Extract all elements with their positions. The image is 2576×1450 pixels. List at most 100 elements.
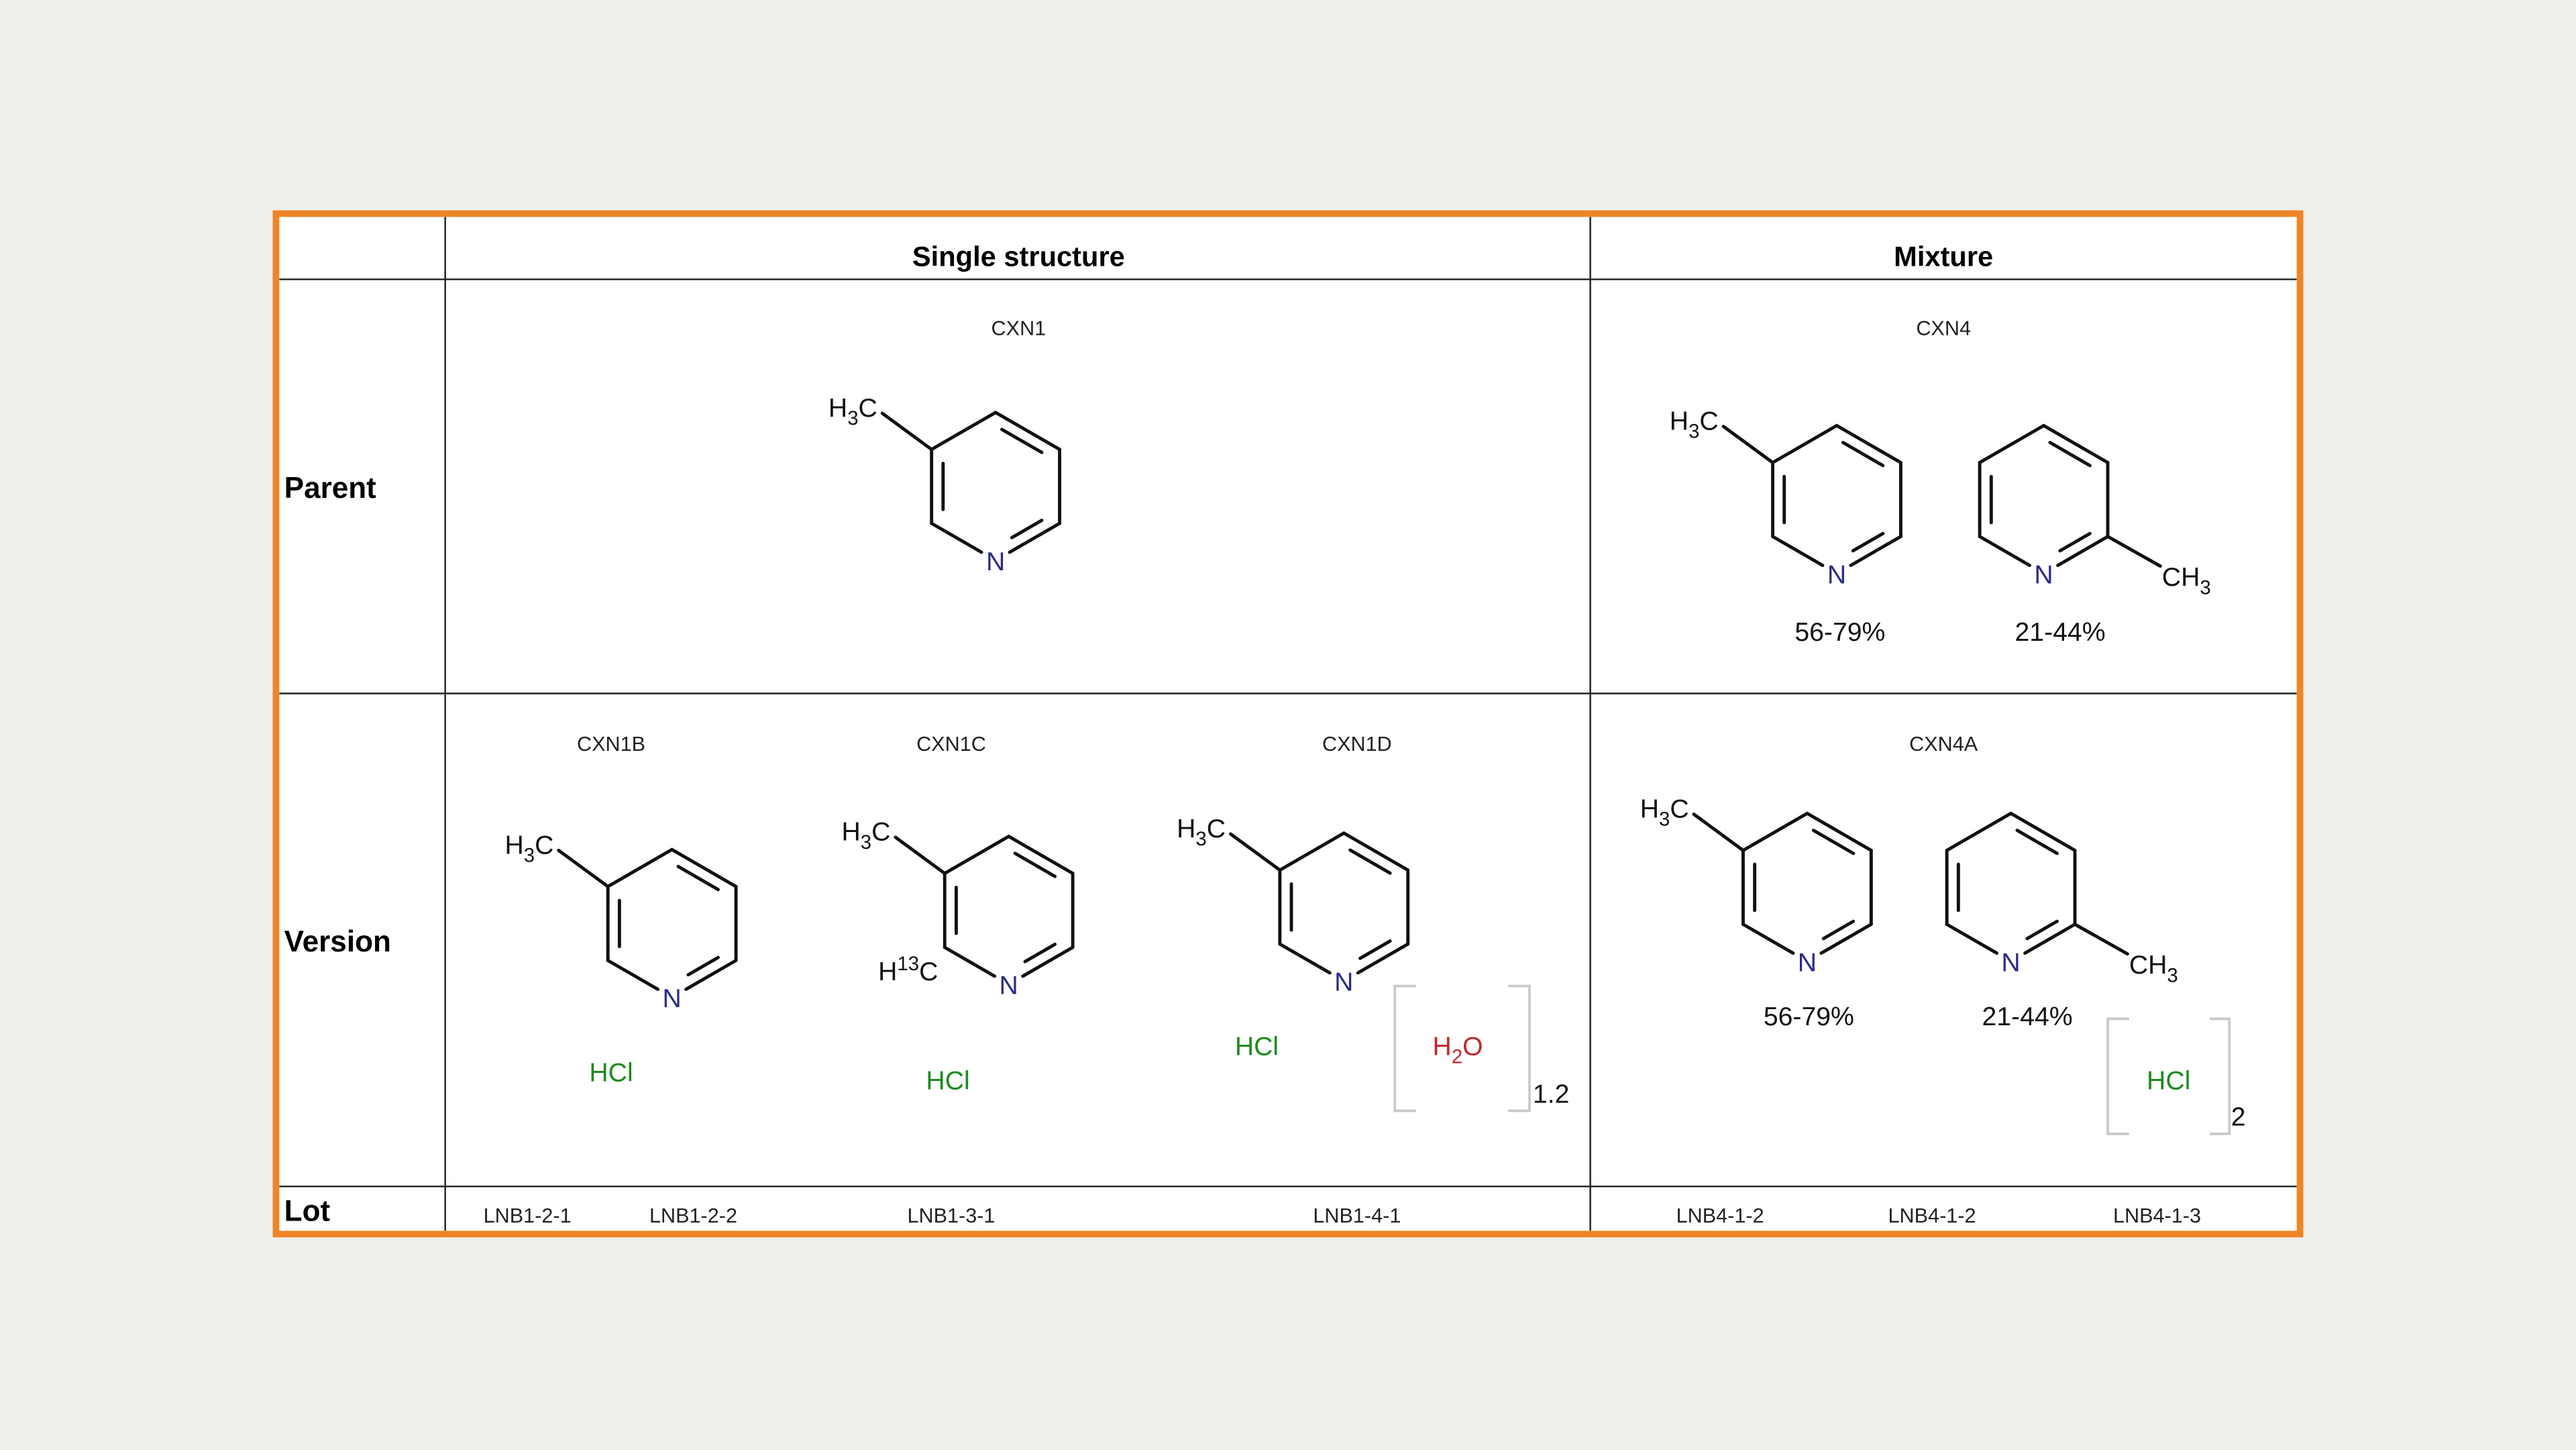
carbon-13-label: H13C [878, 953, 938, 986]
ring-bond [1771, 535, 1825, 568]
nitrogen-atom: N [1827, 560, 1846, 589]
hcl-multiplier: 2 [2231, 1103, 2246, 1132]
methyl-group: CH3 [2162, 563, 2211, 599]
ring-bond [1741, 923, 1795, 955]
methyl-group: H3C [841, 818, 890, 853]
methyl-bond [2106, 535, 2162, 568]
ring-bond [606, 847, 674, 888]
lot-number: LNB1-2-2 [649, 1204, 737, 1227]
water-bracket-left [1393, 984, 1417, 1112]
molecule-3-picoline-cxn1b: N H3C [504, 831, 738, 1013]
ring-bond [1978, 535, 2032, 568]
molecule-2-picoline-cxn4: N CH3 [1978, 423, 2211, 599]
hcl-bracket-left [2106, 1017, 2129, 1135]
methyl-group: CH3 [2129, 951, 2178, 986]
salt-hcl-cxn4a: HCl [2147, 1067, 2190, 1096]
registration-table: Single structure Mixture Parent Version … [272, 210, 2304, 1238]
ring-bond [1356, 942, 1410, 975]
salt-hcl-cxn1d: HCl [1235, 1032, 1279, 1061]
row-label-version: Version [284, 925, 391, 958]
row-label-parent: Parent [284, 472, 377, 505]
methyl-bond [2073, 923, 2129, 956]
ring-bond [2023, 923, 2077, 955]
ring-bond [2056, 535, 2110, 568]
ring-bond [1741, 811, 1809, 852]
nitrogen-atom: N [1000, 972, 1018, 1000]
methyl-group: H3C [1640, 794, 1689, 830]
lot-number: LNB4-1-3 [2113, 1204, 2201, 1227]
ring-bond [684, 958, 738, 991]
water-multiplier: 1.2 [1533, 1080, 1569, 1108]
molecule-3-picoline-cxn4: N H3C [1670, 407, 1902, 589]
nitrogen-atom: N [986, 548, 1005, 576]
nitrogen-atom: N [2034, 560, 2053, 589]
ring-double-bond [1013, 851, 1057, 878]
ring-bond [1945, 923, 1999, 955]
hcl-bracket-right [2209, 1017, 2231, 1135]
ring-bond [930, 521, 983, 554]
methyl-group: H3C [828, 394, 877, 429]
nitrogen-atom: N [2001, 948, 2020, 977]
version-pct-3-methyl: 56-79% [1764, 1002, 1854, 1031]
methyl-bond [557, 848, 610, 888]
header-single-structure: Single structure [912, 241, 1125, 272]
mixture-pct-2-methyl: 21-44% [2015, 618, 2106, 647]
molecule-3-picoline-cxn4a: N H3C [1640, 794, 1873, 977]
salt-hcl-cxn1c: HCl [926, 1067, 969, 1096]
row-label-lot: Lot [284, 1195, 331, 1228]
nitrogen-atom: N [1334, 968, 1353, 997]
ring-double-bond [2015, 829, 2059, 856]
methyl-group: H3C [1670, 407, 1719, 442]
version-pct-2-methyl: 21-44% [1982, 1002, 2073, 1031]
lot-number: LNB4-1-2 [1888, 1204, 1976, 1227]
header-mixture: Mixture [1894, 241, 1993, 272]
ring-bond [1945, 811, 2013, 852]
ring-double-bond [1841, 441, 1885, 468]
lot-number: LNB1-2-1 [484, 1204, 572, 1227]
ring-double-bond [1811, 829, 1856, 856]
nitrogen-atom: N [1798, 948, 1817, 977]
compound-code-cxn1d: CXN1D [1322, 733, 1392, 756]
ring-double-bond [1348, 848, 1392, 875]
mixture-pct-3-methyl: 56-79% [1794, 618, 1885, 647]
methyl-bond [894, 835, 947, 876]
nitrogen-atom: N [662, 984, 681, 1013]
ring-bond [606, 958, 660, 991]
ring-bond [1978, 423, 2046, 464]
methyl-bond [1721, 425, 1774, 464]
methyl-bond [880, 411, 934, 452]
ring-bond [1849, 535, 1902, 568]
water-bracket-right [1508, 984, 1531, 1112]
compound-code-cxn1b: CXN1B [577, 733, 645, 756]
ring-double-bond [2048, 441, 2092, 468]
lot-number: LNB1-4-1 [1313, 1204, 1401, 1227]
ring-bond [1771, 423, 1839, 464]
ring-bond [943, 835, 1011, 876]
molecule-2-picoline-cxn4a: N CH3 [1945, 811, 2178, 986]
molecule-3-picoline-13c-cxn1c: N H3C H13C [841, 818, 1075, 1000]
compound-code-cxn1: CXN1 [991, 317, 1046, 340]
ring-bond [943, 945, 997, 978]
ring-bond [1278, 942, 1332, 975]
lot-number: LNB1-3-1 [907, 1204, 995, 1227]
salt-hcl-cxn1b: HCl [589, 1058, 633, 1087]
compound-code-cxn1c: CXN1C [916, 733, 986, 756]
methyl-group: H3C [1177, 815, 1226, 850]
ring-bond [1021, 945, 1075, 978]
methyl-bond [1228, 832, 1282, 872]
methyl-bond [1692, 813, 1745, 852]
ring-bond [1008, 521, 1061, 554]
compound-code-cxn4a: CXN4A [1909, 733, 1978, 756]
stage: Single structure Mixture Parent Version … [0, 0, 2576, 1449]
ring-bond [1278, 831, 1346, 872]
lot-number: LNB4-1-2 [1676, 1204, 1764, 1227]
ring-double-bond [676, 864, 720, 892]
molecule-3-picoline-cxn1: N H3C [828, 394, 1061, 576]
ring-double-bond [1000, 427, 1044, 454]
ring-bond [930, 411, 998, 452]
table-canvas: Single structure Mixture Parent Version … [279, 217, 2297, 1231]
ring-bond [1819, 923, 1873, 955]
molecule-3-picoline-cxn1d: N H3C [1177, 815, 1410, 997]
compound-code-cxn4: CXN4 [1916, 317, 1971, 340]
methyl-group: H3C [504, 831, 553, 866]
